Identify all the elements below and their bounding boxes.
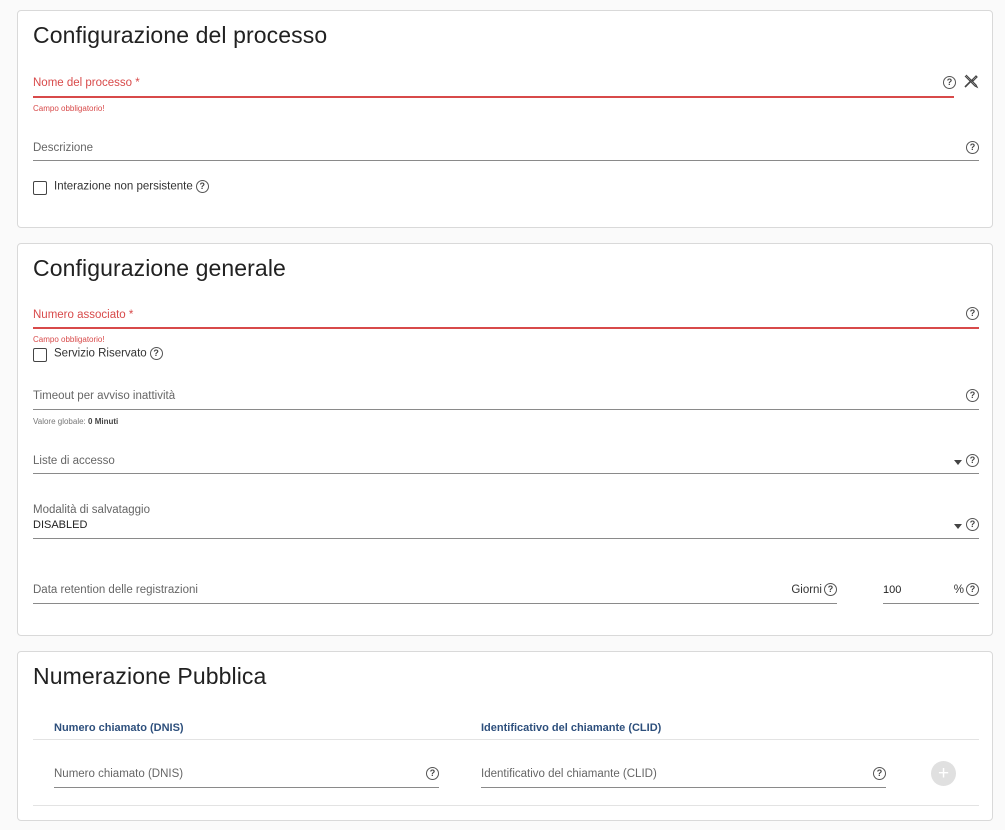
general-config-title: Configurazione generale	[33, 255, 286, 281]
non-persistent-help-icon[interactable]: ?	[195, 180, 209, 193]
percent-unit: %	[953, 584, 964, 596]
col-header-clid: Identificativo del chiamante (CLID)	[481, 722, 662, 734]
access-lists-help-icon[interactable]: ?	[966, 454, 979, 467]
associated-number-help-icon[interactable]: ?	[966, 307, 979, 320]
dnis-underline	[54, 787, 439, 788]
associated-number-underline	[33, 327, 979, 329]
percent-field[interactable]: 100 % ?	[883, 579, 979, 604]
non-persistent-row: Interazione non persistente?	[54, 180, 209, 193]
description-help-icon[interactable]: ?	[966, 141, 979, 154]
retention-field[interactable]: Data retention delle registrazioni Giorn…	[33, 579, 837, 604]
timeout-field[interactable]: Timeout per avviso inattività ?	[33, 385, 979, 410]
reserved-service-checkbox[interactable]	[33, 348, 47, 362]
save-mode-caret-down-icon[interactable]	[954, 524, 962, 529]
clid-input[interactable]: Identificativo del chiamante (CLID) ?	[481, 763, 886, 788]
clid-help-icon[interactable]: ?	[873, 767, 886, 780]
reserved-service-label: Servizio Riservato	[54, 347, 147, 360]
access-lists-select[interactable]: Liste di accesso ?	[33, 450, 979, 474]
table-header-divider	[33, 739, 979, 740]
description-underline	[33, 160, 979, 161]
clid-underline	[481, 787, 886, 788]
retention-label: Data retention delle registrazioni	[33, 584, 198, 596]
save-mode-help-icon[interactable]: ?	[966, 518, 979, 531]
general-config-card: Configurazione generale Numero associato…	[17, 243, 993, 636]
timeout-help-icon[interactable]: ?	[966, 389, 979, 402]
timeout-hint-prefix: Valore globale:	[33, 417, 86, 426]
public-numbering-card: Numerazione Pubblica Numero chiamato (DN…	[17, 651, 993, 821]
dnis-placeholder: Numero chiamato (DNIS)	[54, 768, 184, 780]
save-mode-select[interactable]: Modalità di salvataggio DISABLED ?	[33, 502, 979, 539]
dnis-help-icon[interactable]: ?	[426, 767, 439, 780]
non-persistent-label: Interazione non persistente	[54, 180, 193, 193]
clid-placeholder: Identificativo del chiamante (CLID)	[481, 768, 657, 780]
non-persistent-checkbox[interactable]	[33, 181, 47, 195]
retention-underline	[33, 603, 837, 604]
process-config-title: Configurazione del processo	[33, 22, 328, 48]
associated-number-field[interactable]: Numero associato * ?	[33, 303, 979, 329]
retention-help-icon[interactable]: ?	[824, 583, 837, 596]
percent-value: 100	[883, 584, 902, 596]
percent-underline	[883, 603, 979, 604]
description-label: Descrizione	[33, 142, 94, 154]
percent-help-icon[interactable]: ?	[966, 583, 979, 596]
save-mode-value: DISABLED	[33, 519, 88, 531]
access-lists-caret-down-icon[interactable]	[954, 460, 962, 465]
timeout-hint: Valore globale: 0 Minuti	[33, 417, 118, 426]
retention-unit: Giorni	[791, 584, 822, 596]
tools-icon[interactable]	[963, 73, 979, 94]
public-numbering-title: Numerazione Pubblica	[33, 663, 267, 689]
timeout-underline	[33, 409, 979, 410]
process-name-error: Campo obbligatorio!	[33, 104, 105, 113]
process-name-help-icon[interactable]: ?	[943, 76, 956, 89]
save-mode-label: Modalità di salvataggio	[33, 504, 150, 516]
associated-number-label: Numero associato *	[33, 309, 134, 321]
table-row-divider	[33, 805, 979, 806]
add-row-button[interactable]: +	[931, 761, 956, 786]
description-field[interactable]: Descrizione ?	[33, 137, 979, 161]
timeout-label: Timeout per avviso inattività	[33, 390, 176, 402]
process-name-underline	[33, 96, 954, 98]
col-header-dnis: Numero chiamato (DNIS)	[54, 722, 184, 734]
dnis-input[interactable]: Numero chiamato (DNIS) ?	[54, 763, 439, 788]
save-mode-underline	[33, 538, 979, 539]
access-lists-underline	[33, 473, 979, 474]
process-config-card: Configurazione del processo Nome del pro…	[17, 10, 993, 228]
associated-number-error: Campo obbligatorio!	[33, 335, 105, 344]
reserved-service-row: Servizio Riservato?	[54, 347, 163, 360]
reserved-service-help-icon[interactable]: ?	[149, 347, 163, 360]
process-name-field[interactable]: Nome del processo * ?	[33, 71, 956, 98]
timeout-hint-value: 0 Minuti	[88, 417, 119, 426]
process-name-label: Nome del processo *	[33, 77, 140, 89]
access-lists-label: Liste di accesso	[33, 455, 115, 467]
